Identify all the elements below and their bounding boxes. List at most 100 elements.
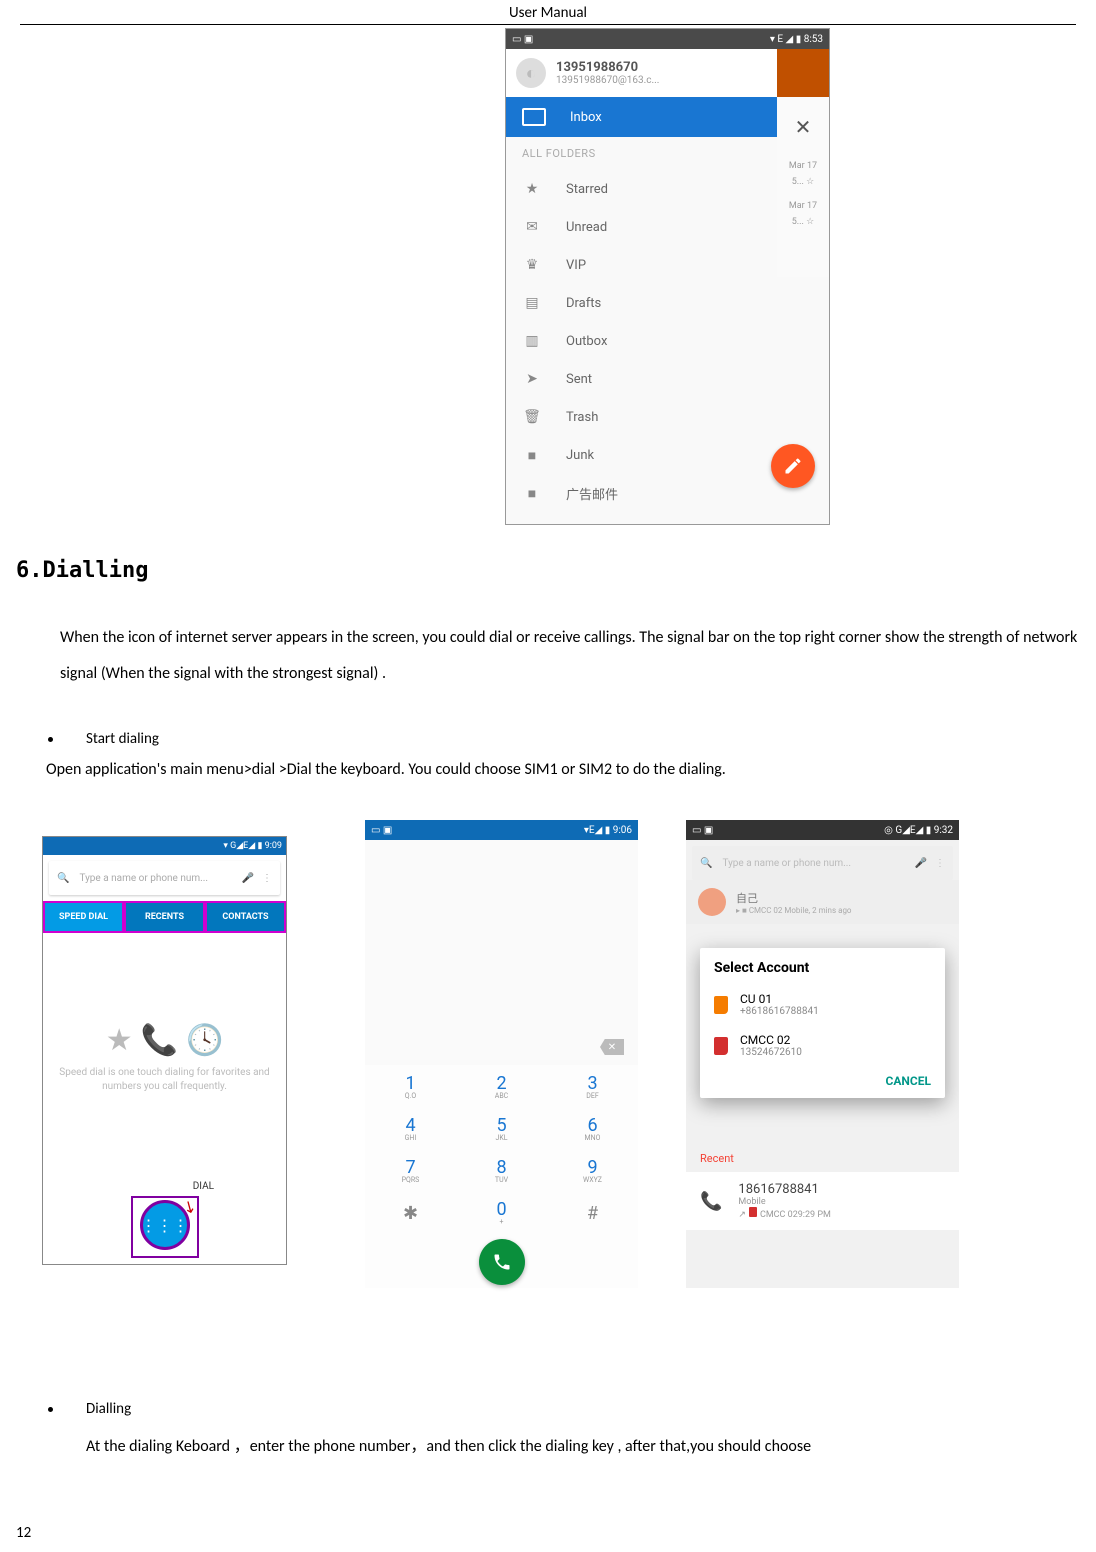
folder-icon: ■: [522, 447, 542, 464]
screenshot-email-folders: ▭ ▣ ▾ E ◢ ▮ 8:53 ◐ 13951988670 139519886…: [505, 28, 830, 525]
dialpad-key[interactable]: 6MNO: [547, 1107, 638, 1149]
status-bar: ▾ G◢E◢ ▮ 9:09: [43, 837, 286, 855]
sim1-icon: [714, 996, 728, 1014]
dialpad-key[interactable]: 2ABC: [456, 1065, 547, 1107]
bullet-dot-icon: [48, 737, 53, 742]
menu-icon[interactable]: ⋮: [262, 873, 272, 884]
screenshot-speed-dial: ▾ G◢E◢ ▮ 9:09 🔍 Type a name or phone num…: [42, 836, 287, 1265]
folder-label: Outbox: [566, 334, 607, 349]
close-icon[interactable]: ✕: [777, 115, 829, 139]
dialpad-fab[interactable]: ⋮⋮⋮: [140, 1200, 190, 1250]
line-open-app: Open application's main menu>dial >Dial …: [46, 760, 1080, 779]
tab-row: SPEED DIAL RECENTS CONTACTS: [43, 901, 286, 933]
recent-number: 18616788841: [738, 1182, 830, 1197]
paragraph-intro: When the icon of internet server appears…: [60, 620, 1080, 692]
clock-icon: 🕓: [186, 1023, 223, 1058]
contact-sub: ▸ ■ CMCC 02 Mobile, 2 mins ago: [736, 906, 852, 915]
folder-item[interactable]: ➤ Sent: [506, 360, 829, 398]
account-option-2[interactable]: CMCC 0213524672610: [700, 1025, 945, 1066]
status-left: ▭ ▣: [512, 34, 533, 45]
search-input[interactable]: 🔍 Type a name or phone num... 🎤 ⋮: [692, 846, 953, 880]
header-divider: [20, 24, 1076, 25]
bullet-start-dialing: Start dialing: [48, 730, 159, 748]
folder-item[interactable]: 🗑Trash: [506, 398, 829, 436]
compose-fab[interactable]: [771, 444, 815, 488]
search-icon: 🔍: [57, 873, 69, 884]
dialpad-key[interactable]: 9WXYZ: [547, 1149, 638, 1191]
dial-annotation: DIAL: [193, 1181, 214, 1192]
search-input[interactable]: 🔍 Type a name or phone num... 🎤 ⋮: [49, 861, 280, 895]
folder-icon: ➤: [522, 371, 542, 387]
number-display: ✕: [365, 840, 638, 1065]
orange-header-strip: [777, 49, 829, 97]
dialpad-key[interactable]: 7PQRS: [365, 1149, 456, 1191]
phone-icon: 📞: [141, 1023, 178, 1058]
dialpad-key[interactable]: 3DEF: [547, 1065, 638, 1107]
folder-item[interactable]: ▤ Drafts: [506, 284, 829, 322]
dialpad-key[interactable]: ✱: [365, 1191, 456, 1233]
sim2-icon: [714, 1037, 728, 1055]
mic-icon[interactable]: 🎤: [915, 858, 927, 869]
folder-icon: ▤: [522, 295, 542, 311]
search-icon: 🔍: [700, 858, 712, 869]
phone-icon: 📞: [700, 1191, 722, 1212]
phone-icon: [492, 1252, 512, 1272]
dialpad-key[interactable]: #: [547, 1191, 638, 1233]
page-header-title: User Manual: [0, 0, 1096, 24]
backspace-icon[interactable]: ✕: [600, 1039, 624, 1055]
status-bar: ▭ ▣ ▾ E ◢ ▮ 8:53: [506, 29, 829, 49]
dialpad-key[interactable]: 8TUV: [456, 1149, 547, 1191]
dialpad-key[interactable]: 5JKL: [456, 1107, 547, 1149]
menu-icon[interactable]: ⋮: [935, 858, 945, 869]
avatar-icon: [698, 888, 726, 916]
inbox-label: Inbox: [570, 110, 602, 125]
dialpad-key[interactable]: 1Q.O: [365, 1065, 456, 1107]
section-heading-dialling: 6.Dialling: [16, 558, 148, 583]
dialpad-key[interactable]: 4GHI: [365, 1107, 456, 1149]
folder-label: Unread: [566, 220, 607, 235]
star-icon: ★: [106, 1023, 133, 1058]
cancel-button[interactable]: CANCEL: [700, 1066, 945, 1092]
tab-speed-dial[interactable]: SPEED DIAL: [43, 901, 124, 933]
account-option-1[interactable]: CU 01+8618616788841: [700, 984, 945, 1025]
folder-icon: ★: [522, 181, 542, 197]
tab-recents[interactable]: RECENTS: [124, 901, 205, 933]
status-bar: ▭ ▣ ▾E◢ ▮ 9:06: [365, 820, 638, 840]
recent-call-row[interactable]: 📞 18616788841 Mobile↗CMCC 029:29 PM: [686, 1172, 959, 1230]
folder-icon: ♛: [522, 257, 542, 273]
pencil-icon: [783, 456, 803, 476]
dialpad-grid: 1Q.O2ABC3DEF 4GHI5JKL6MNO 7PQRS8TUV9WXYZ ✱0…: [365, 1065, 638, 1233]
folder-icon: ✉: [522, 219, 542, 235]
dialpad-key[interactable]: 0+: [456, 1191, 547, 1233]
line-at-dialing: At the dialing Keboard ，enter the phone …: [86, 1432, 1080, 1456]
inbox-icon: [522, 108, 546, 126]
folder-icon: ▥: [522, 333, 542, 349]
status-bar: ▭ ▣ ◎ G◢E◢ ▮ 9:32: [686, 820, 959, 840]
background-peek: ✕ Mar 17 5... ☆ Mar 17 5... ☆: [777, 97, 829, 277]
empty-message: Speed dial is one touch dialing for favo…: [43, 1066, 286, 1094]
contact-name: 自己: [736, 890, 852, 906]
dialog-title: Select Account: [700, 960, 945, 984]
tab-contacts[interactable]: CONTACTS: [205, 901, 286, 933]
folder-item[interactable]: ▥ Outbox: [506, 322, 829, 360]
folder-label: Sent: [566, 372, 592, 387]
account-name: 13951988670: [556, 60, 659, 75]
folder-label: VIP: [566, 258, 586, 273]
bullet-dot-icon: [48, 1407, 53, 1412]
folder-label: Junk: [566, 448, 594, 463]
account-email: 13951988670@163.c...: [556, 75, 659, 86]
recent-header: Recent: [700, 1152, 734, 1165]
contact-row[interactable]: 自己 ▸ ■ CMCC 02 Mobile, 2 mins ago: [686, 880, 959, 924]
select-account-dialog: Select Account CU 01+8618616788841 CMCC …: [700, 948, 945, 1098]
dialpad-icon: ⋮⋮⋮: [141, 1216, 189, 1235]
folder-icon: ■: [522, 485, 542, 502]
call-button[interactable]: [479, 1239, 525, 1285]
page-number: 12: [16, 1524, 31, 1542]
screenshot-select-account: ▭ ▣ ◎ G◢E◢ ▮ 9:32 🔍 Type a name or phone…: [686, 820, 959, 1288]
avatar-icon: ◐: [516, 58, 546, 88]
mic-icon[interactable]: 🎤: [242, 873, 254, 884]
speed-dial-empty: ★📞🕓 Speed dial is one touch dialing for …: [43, 933, 286, 1183]
folder-label: 广告邮件: [566, 484, 618, 503]
search-placeholder: Type a name or phone num...: [722, 858, 851, 869]
folder-label: Drafts: [566, 296, 601, 311]
